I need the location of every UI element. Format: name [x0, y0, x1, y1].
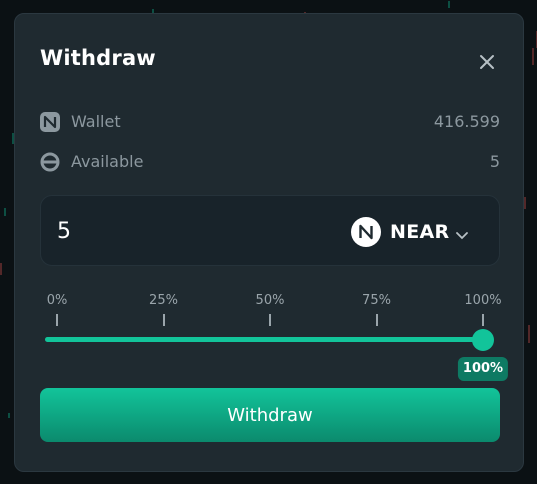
token-symbol: NEAR: [390, 221, 450, 243]
background-candle: [528, 325, 530, 343]
slider-fill: [45, 337, 483, 342]
wallet-balance: 416.599: [433, 112, 500, 131]
withdraw-modal: Withdraw Wallet 416.599 Available 5 5 NE…: [14, 13, 524, 472]
wallet-row: Wallet 416.599: [40, 112, 500, 134]
chevron-down-icon: [456, 226, 468, 245]
tick-50[interactable]: 50%: [240, 293, 300, 326]
amount-field: NEAR: [40, 195, 500, 266]
available-label: Available: [71, 152, 144, 171]
slider-track[interactable]: [45, 337, 483, 342]
background-candle: [448, 1, 450, 8]
slider-ticks: 0% 25% 50% 75% 100%: [15, 293, 525, 333]
ring-icon: [40, 152, 60, 172]
withdraw-button[interactable]: Withdraw: [40, 388, 500, 442]
tick-0[interactable]: 0%: [27, 293, 87, 326]
background-candle: [0, 263, 2, 275]
available-balance: 5: [489, 152, 500, 171]
background-candle: [524, 197, 526, 209]
percent-badge: 100%: [457, 357, 509, 381]
background-candle: [8, 413, 10, 418]
tick-100[interactable]: 100%: [453, 293, 513, 326]
near-logo-icon: [351, 217, 381, 247]
slider-thumb[interactable]: [472, 329, 494, 351]
modal-title: Withdraw: [40, 46, 156, 70]
tick-25[interactable]: 25%: [134, 293, 194, 326]
tick-75[interactable]: 75%: [347, 293, 407, 326]
wallet-label: Wallet: [71, 112, 121, 131]
amount-input[interactable]: [57, 216, 257, 246]
close-icon[interactable]: [475, 50, 499, 74]
background-candle: [4, 208, 6, 216]
near-icon: [40, 112, 60, 132]
available-row: Available 5: [40, 152, 500, 174]
background-candle: [532, 48, 534, 65]
